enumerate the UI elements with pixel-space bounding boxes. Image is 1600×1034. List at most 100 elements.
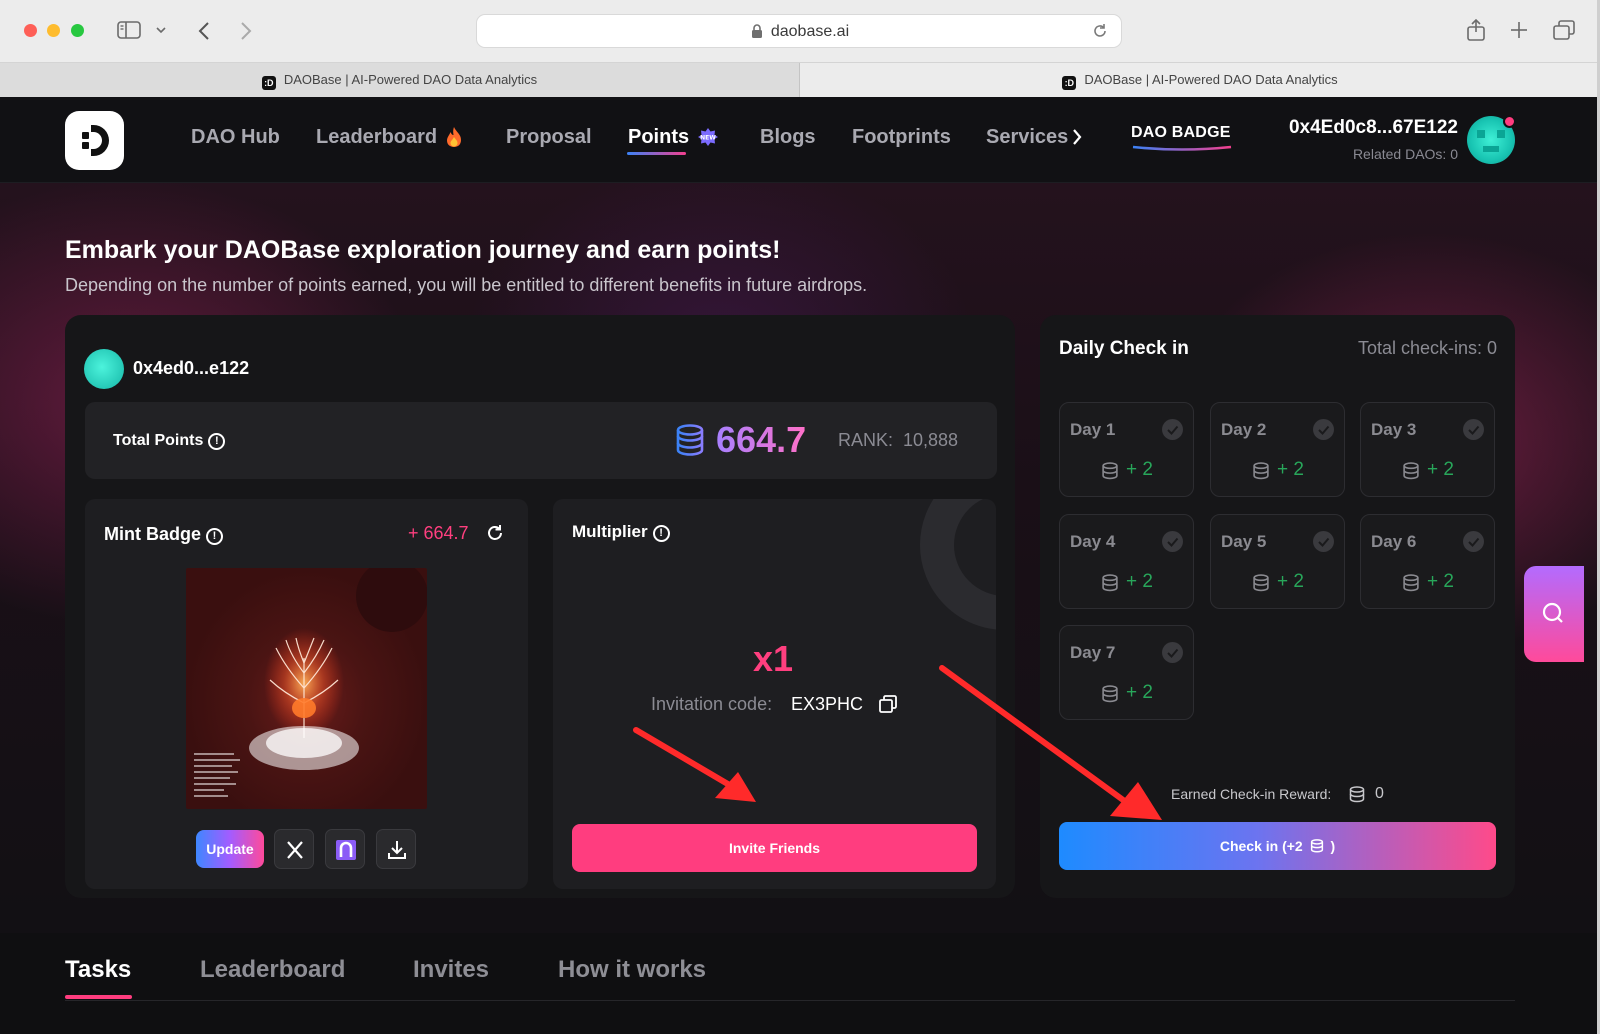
x-logo-icon [287,841,303,859]
browser-tab[interactable]: :D DAOBase | AI-Powered DAO Data Analytic… [0,63,800,97]
check-circle-icon [1463,531,1484,552]
day-label: Day 7 [1070,643,1116,662]
invite-friends-button[interactable]: Invite Friends [572,824,977,872]
copy-icon[interactable] [879,695,897,713]
related-daos: Related DAOs: 0 [1352,146,1458,162]
notification-dot [1503,115,1516,128]
user-avatar [84,349,124,389]
total-checkins: Total check-ins: 0 [1357,338,1497,358]
chevron-down-icon[interactable] [156,26,166,34]
chevron-right-icon[interactable] [1071,127,1083,147]
earned-reward-label: Earned Check-in Reward: [1171,786,1332,802]
tab-title: DAOBase | AI-Powered DAO Data Analytics [1084,72,1338,87]
logo-mark [82,142,89,149]
mint-badge-gain: + 664.7 [408,523,469,543]
coin-icon [1403,462,1419,480]
avatar-pixel [1497,130,1505,138]
nav-footprints[interactable]: Footprints [852,126,951,149]
forward-arrow-icon[interactable] [240,21,252,41]
share-icon[interactable] [1466,19,1486,41]
dao-badge-underline [1132,145,1232,151]
checkin-day-cell: Day 1 + 2 [1059,402,1194,497]
info-icon[interactable]: ! [206,528,223,545]
nav-leaderboard[interactable]: Leaderboard [316,126,437,149]
coin-icon [1102,685,1118,703]
coin-icon [1310,839,1323,853]
minimize-window-button[interactable] [47,24,60,37]
download-button[interactable] [376,829,416,869]
day-label: Day 1 [1070,420,1116,439]
day-reward: + 2 [1427,571,1454,592]
nav-dao-hub[interactable]: DAO Hub [191,126,280,149]
check-circle-icon [1313,531,1334,552]
check-in-label-suffix: ) [1330,838,1336,854]
wallet-address: 0x4Ed0c8...67E122 [1288,117,1458,138]
sidebar-toggle-icon[interactable] [117,21,141,39]
browser-tab-active[interactable]: :D DAOBase | AI-Powered DAO Data Analytic… [800,63,1600,97]
invitation-code: EX3PHC [791,694,864,714]
logo-mark [82,132,89,139]
check-circle-icon [1162,642,1183,663]
nav-points[interactable]: Points [628,126,689,149]
browser-tab-bar: :D DAOBase | AI-Powered DAO Data Analytic… [0,63,1600,97]
day-reward: + 2 [1427,459,1454,480]
new-badge-icon: NEW [698,128,718,146]
reload-icon[interactable] [1091,22,1109,40]
page-title: Embark your DAOBase exploration journey … [65,236,781,264]
points-coin-icon [676,424,704,456]
tab-tasks[interactable]: Tasks [65,956,131,984]
close-window-button[interactable] [24,24,37,37]
rank-value: RANK: 10,888 [838,430,959,450]
tab-leaderboard[interactable]: Leaderboard [200,956,345,984]
checkin-day-cell: Day 7 + 2 [1059,625,1194,720]
check-circle-icon [1463,419,1484,440]
check-in-label: Check in (+2 [1219,838,1303,854]
day-reward: + 2 [1277,459,1304,480]
check-circle-icon [1162,419,1183,440]
badge-tree-graphic [194,568,427,797]
coin-icon [1102,574,1118,592]
info-icon[interactable]: ! [208,433,226,450]
total-points-label: Total Points! [113,432,226,450]
refresh-icon[interactable] [485,523,505,543]
wallet-info[interactable]: 0x4Ed0c8...67E122 Related DAOs: 0 [1289,117,1458,162]
coin-icon [1349,786,1365,803]
back-arrow-icon[interactable] [198,21,210,41]
nav-services[interactable]: Services [986,126,1068,149]
zoom-window-button[interactable] [71,24,84,37]
logo-mark [91,125,109,156]
tab-overview-icon[interactable] [1553,20,1575,40]
checkin-day-cell: Day 2 + 2 [1210,402,1345,497]
nav-proposal[interactable]: Proposal [506,126,592,149]
download-icon [388,841,406,859]
check-circle-icon [1313,419,1334,440]
tab-divider [65,1000,1515,1001]
check-in-button[interactable]: Check in (+2 ) [1059,822,1496,870]
tab-how-it-works[interactable]: How it works [558,956,706,984]
marketplace-icon [336,840,356,860]
share-x-button[interactable] [274,829,314,869]
coin-icon [1102,462,1118,480]
opensea-button[interactable] [325,829,365,869]
info-icon[interactable]: ! [652,525,670,542]
day-label: Day 4 [1070,532,1116,551]
multiplier-value: x1 [753,638,794,679]
dao-badge-link[interactable]: DAO BADGE [1131,124,1231,142]
mint-badge-title-text: Mint Badge [104,524,201,544]
floating-search-button[interactable] [1524,566,1584,662]
search-icon [1542,602,1563,623]
earned-reward-value: 0 [1375,785,1384,802]
favicon-icon: :D [261,76,276,90]
nav-blogs[interactable]: Blogs [760,126,816,149]
checkin-day-cell: Day 4 + 2 [1059,514,1194,609]
day-label: Day 3 [1371,420,1417,439]
new-tab-icon[interactable] [1510,21,1528,39]
update-badge-button[interactable]: Update [196,830,264,868]
active-nav-indicator [627,152,686,155]
tab-invites[interactable]: Invites [413,956,489,984]
invitation-code-label: Invitation code: [651,694,773,714]
address-bar[interactable]: daobase.ai [476,14,1122,48]
total-points-value: 664.7 [716,419,807,460]
multiplier-arc-decoration [920,499,996,630]
daobase-logo[interactable] [65,111,124,170]
